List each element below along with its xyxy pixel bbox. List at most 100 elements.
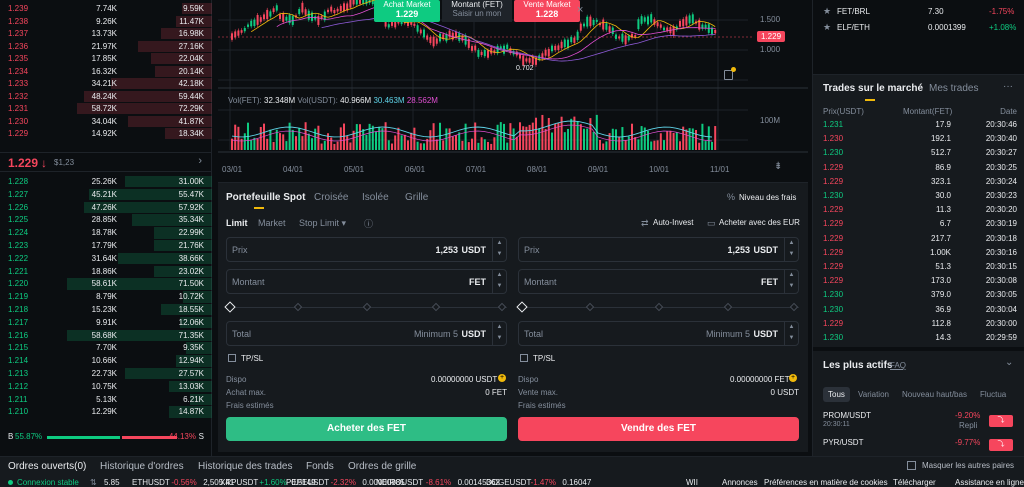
info-icon[interactable]: ⓘ xyxy=(364,217,373,230)
tab-grid[interactable]: Grille xyxy=(405,192,428,203)
bid-row[interactable]: 1.224 18.78K 22.99K xyxy=(0,227,212,239)
faq-link[interactable]: FAQ xyxy=(890,361,906,370)
stepper-icon[interactable]: ▲ ▼ xyxy=(784,322,798,345)
slider-step-75[interactable] xyxy=(723,302,733,312)
trend-down-icon[interactable]: ⤵ xyxy=(989,415,1013,427)
filter-all[interactable]: Tous xyxy=(823,387,850,402)
close-icon[interactable]: × xyxy=(577,4,583,16)
trend-down-icon[interactable]: ⤵ xyxy=(989,439,1013,451)
chart-settings-icon[interactable]: ⇟ xyxy=(774,161,782,172)
ticker-symbol[interactable]: PEPEUSDT xyxy=(286,478,329,487)
slider-knob[interactable] xyxy=(224,301,236,313)
order-type-limit[interactable]: Limit xyxy=(226,218,248,228)
bid-row[interactable]: 1.213 22.73K 27.57K xyxy=(0,368,212,380)
bid-row[interactable]: 1.211 5.13K 6.21K xyxy=(0,393,212,405)
slider-step-50[interactable] xyxy=(654,302,664,312)
link-announcements[interactable]: Annonces xyxy=(722,478,758,487)
ask-row[interactable]: 1.234 16.32K 20.14K xyxy=(0,65,212,77)
price-chart[interactable]: Achat Market 1.229 Montant (FET) Saisir … xyxy=(218,0,808,178)
ask-row[interactable]: 1.235 17.85K 22.04K xyxy=(0,53,212,65)
slider-step-100[interactable] xyxy=(497,302,507,312)
ask-row[interactable]: 1.238 9.26K 11.47K xyxy=(0,15,212,27)
stepper-icon[interactable]: ▲ ▼ xyxy=(784,238,798,261)
quick-amount-field[interactable]: Montant (FET) Saisir un mon xyxy=(442,0,512,22)
stepper-icon[interactable]: ▲ ▼ xyxy=(492,322,506,345)
hide-others-checkbox[interactable] xyxy=(907,461,916,470)
tab-open-orders[interactable]: Ordres ouverts(0) xyxy=(8,461,86,472)
stepper-icon[interactable]: ▲ ▼ xyxy=(492,270,506,293)
bid-row[interactable]: 1.210 12.29K 14.87K xyxy=(0,406,212,418)
order-type-market[interactable]: Market xyxy=(258,218,286,228)
slider-step-25[interactable] xyxy=(585,302,595,312)
bid-row[interactable]: 1.217 9.91K 12.06K xyxy=(0,316,212,329)
bid-row[interactable]: 1.215 7.70K 9.35K xyxy=(0,342,212,354)
bid-row[interactable]: 1.214 10.66K 12.94K xyxy=(0,355,212,367)
tab-grid-orders[interactable]: Ordres de grille xyxy=(348,461,416,472)
ticker-symbol[interactable]: ETHUSDT xyxy=(132,478,170,487)
ticker-symbol[interactable]: XRPUSDT xyxy=(220,478,258,487)
star-icon[interactable]: ★ xyxy=(823,6,831,17)
add-funds-icon[interactable]: + xyxy=(498,374,506,382)
sell-amount-slider[interactable] xyxy=(516,301,799,313)
buy-price-input[interactable]: Prix 1,253 USDT ▲ ▼ xyxy=(226,237,507,262)
ask-row[interactable]: 1.232 48.24K 59.44K xyxy=(0,90,212,102)
buy-total-input[interactable]: Total Minimum 5 USDT ▲ ▼ xyxy=(226,321,507,346)
bid-row[interactable]: 1.212 10.75K 13.03K xyxy=(0,380,212,393)
bid-row[interactable]: 1.218 15.23K 18.55K xyxy=(0,304,212,316)
filter-fluctuation[interactable]: Fluctua xyxy=(980,390,1006,399)
chevron-right-icon[interactable]: › xyxy=(198,155,202,167)
link-support[interactable]: Assistance en ligne xyxy=(955,478,1024,487)
tab-cross[interactable]: Croisée xyxy=(314,192,348,203)
sell-price-input[interactable]: Prix 1,253 USDT ▲ ▼ xyxy=(518,237,799,262)
slider-step-100[interactable] xyxy=(789,302,799,312)
candlestick-chart[interactable] xyxy=(218,0,808,178)
tab-trade-history[interactable]: Historique des trades xyxy=(198,461,293,472)
ask-row[interactable]: 1.231 58.72K 72.29K xyxy=(0,103,212,115)
slider-knob[interactable] xyxy=(516,301,528,313)
ask-row[interactable]: 1.239 7.74K 9.59K xyxy=(0,3,212,15)
auto-invest-link[interactable]: Auto-Invest xyxy=(653,218,693,227)
bid-row[interactable]: 1.221 18.86K 23.02K xyxy=(0,265,212,277)
sell-amount-input[interactable]: Montant FET ▲ ▼ xyxy=(518,269,799,294)
active-row[interactable]: PROM/USDT 20:30:11 -9.20% Repli ⤵ xyxy=(813,407,1024,433)
buy-amount-slider[interactable] xyxy=(224,301,507,313)
tab-spot[interactable]: Portefeuille Spot xyxy=(226,192,305,203)
stepper-icon[interactable]: ▲ ▼ xyxy=(784,270,798,293)
pair-row[interactable]: ★ FET/BRL 7.30 -1.75% xyxy=(813,6,1024,20)
slider-step-50[interactable] xyxy=(362,302,372,312)
bid-row[interactable]: 1.227 45.21K 55.47K xyxy=(0,188,212,201)
market-sell-button[interactable]: Vente Market 1.228 xyxy=(514,0,580,22)
ticker-symbol[interactable]: WII xyxy=(686,478,698,487)
slider-step-25[interactable] xyxy=(293,302,303,312)
filter-new-high-low[interactable]: Nouveau haut/bas xyxy=(902,390,967,399)
stepper-icon[interactable]: ▲ ▼ xyxy=(492,238,506,261)
buy-amount-input[interactable]: Montant FET ▲ ▼ xyxy=(226,269,507,294)
tab-order-history[interactable]: Historique d'ordres xyxy=(100,461,184,472)
bid-row[interactable]: 1.223 17.79K 21.76K xyxy=(0,240,212,252)
bid-row[interactable]: 1.220 58.61K 71.50K xyxy=(0,278,212,290)
tab-my-trades[interactable]: Mes trades xyxy=(929,83,978,94)
ticker-symbol[interactable]: 5.85 xyxy=(104,478,120,487)
collapse-icon[interactable]: ⌄ xyxy=(1005,357,1013,368)
ask-row[interactable]: 1.233 34.21K 42.18K xyxy=(0,78,212,90)
pair-row[interactable]: ★ ELF/ETH 0.0001399 +1.08% xyxy=(813,22,1024,36)
order-book-mid-price[interactable]: 1.229 ↓ $1,23 › xyxy=(0,152,212,172)
fee-level-link[interactable]: Niveau des frais xyxy=(739,193,796,202)
bid-row[interactable]: 1.222 31.64K 38.66K xyxy=(0,252,212,265)
more-icon[interactable]: ··· xyxy=(1003,81,1013,92)
ticker-symbol[interactable]: NEIROUSDT xyxy=(376,478,423,487)
tab-funds[interactable]: Fonds xyxy=(306,461,334,472)
ask-row[interactable]: 1.236 21.97K 27.16K xyxy=(0,40,212,52)
add-funds-icon[interactable]: + xyxy=(789,374,797,382)
ask-row[interactable]: 1.237 13.73K 16.98K xyxy=(0,28,212,40)
active-row[interactable]: PYR/USDT -9.77% ⤵ xyxy=(813,435,1024,455)
sell-tpsl-checkbox[interactable] xyxy=(520,354,528,362)
slider-step-75[interactable] xyxy=(431,302,441,312)
tab-isolated[interactable]: Isolée xyxy=(362,192,389,203)
ask-row[interactable]: 1.229 14.92K 18.34K xyxy=(0,128,212,140)
market-buy-button[interactable]: Achat Market 1.229 xyxy=(374,0,440,22)
bid-row[interactable]: 1.225 28.85K 35.34K xyxy=(0,214,212,226)
buy-button[interactable]: Acheter des FET xyxy=(226,417,507,441)
tab-market-trades[interactable]: Trades sur le marché xyxy=(823,83,923,94)
link-cookies[interactable]: Préférences en matière de cookies xyxy=(764,478,888,487)
